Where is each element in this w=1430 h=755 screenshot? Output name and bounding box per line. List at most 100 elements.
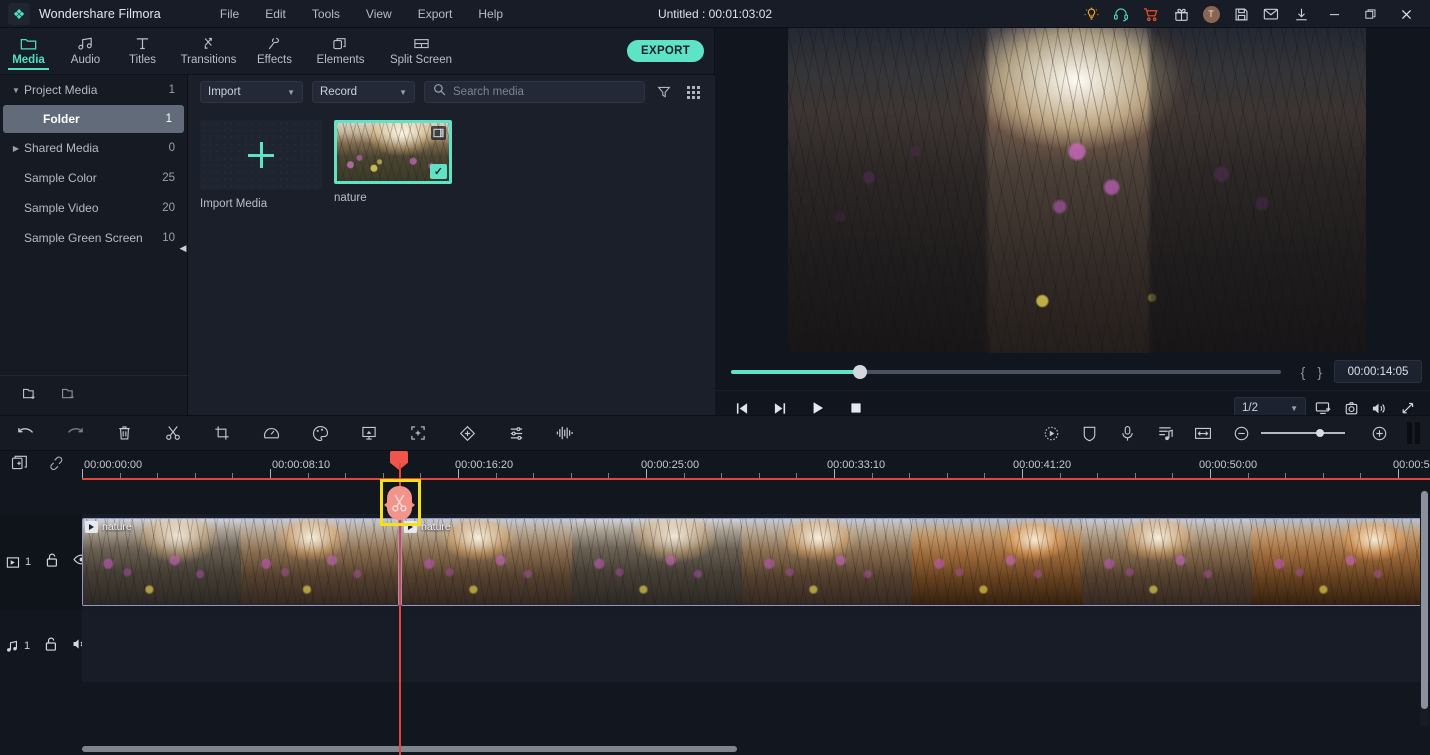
- sidebar-item-label: Sample Green Screen: [24, 231, 143, 245]
- mail-icon[interactable]: [1256, 0, 1286, 28]
- save-project-icon[interactable]: [1226, 0, 1256, 28]
- tab-effects[interactable]: Effects: [246, 28, 303, 66]
- tab-label: Elements: [316, 54, 365, 66]
- import-dropdown[interactable]: Import ▼: [200, 81, 303, 103]
- timeline-top-gap: [0, 480, 1430, 514]
- split-scissors-icon[interactable]: [161, 421, 185, 445]
- scrubber-handle[interactable]: [853, 364, 868, 379]
- timeline-clip[interactable]: nature: [401, 518, 1423, 606]
- collapse-panel-arrow-icon[interactable]: ◀: [178, 240, 188, 256]
- fit-timeline-icon[interactable]: [1191, 421, 1215, 445]
- tab-transitions[interactable]: Transitions: [171, 28, 246, 66]
- preview-video-stage[interactable]: [715, 28, 1430, 353]
- split-scissors-icon[interactable]: [382, 482, 417, 523]
- menu-export[interactable]: Export: [405, 3, 466, 25]
- zoom-in-icon[interactable]: [1367, 421, 1391, 445]
- ruler-minor-tick: [345, 473, 347, 478]
- tab-label: Audio: [70, 54, 101, 66]
- minimize-button[interactable]: [1316, 0, 1352, 28]
- import-media-cell[interactable]: Import Media: [200, 120, 322, 210]
- zoom-slider-handle[interactable]: [1316, 429, 1324, 437]
- sidebar-item-sample-video[interactable]: Sample Video 20: [0, 193, 187, 223]
- color-palette-icon[interactable]: [308, 421, 332, 445]
- auto-reframe-icon[interactable]: [1039, 421, 1063, 445]
- ruler-minor-tick: [871, 473, 873, 478]
- search-input[interactable]: [453, 86, 636, 98]
- detach-audio-icon[interactable]: [1153, 421, 1177, 445]
- zoom-slider[interactable]: [1261, 421, 1345, 445]
- record-voiceover-mic-icon[interactable]: [1115, 421, 1139, 445]
- speed-gauge-icon[interactable]: [259, 421, 283, 445]
- chevron-right-icon: ▶: [12, 143, 20, 153]
- tips-lightbulb-icon[interactable]: [1076, 0, 1106, 28]
- gift-icon[interactable]: [1166, 0, 1196, 28]
- clip-name: nature: [421, 521, 451, 533]
- undo-icon[interactable]: [14, 421, 38, 445]
- tab-titles[interactable]: Titles: [114, 28, 171, 66]
- import-dropdown-label: Import: [208, 86, 241, 98]
- mark-in-icon[interactable]: {: [1295, 364, 1312, 380]
- filmora-window: ❖ Wondershare Filmora File Edit Tools Vi…: [0, 0, 1430, 755]
- timeline-ruler[interactable]: 00:00:00:00 00:00:08:10 00:00:16:20 00:0…: [82, 451, 1430, 480]
- preview-scrubber[interactable]: [731, 364, 1281, 379]
- chevron-down-icon: ▼: [287, 87, 295, 97]
- redo-icon[interactable]: [63, 421, 87, 445]
- media-thumbnail[interactable]: ✓: [334, 120, 452, 184]
- tab-audio[interactable]: Audio: [57, 28, 114, 66]
- video-track-number: 1: [25, 556, 32, 568]
- filter-funnel-icon[interactable]: [654, 81, 674, 103]
- preview-timecode[interactable]: 00:00:14:05: [1334, 360, 1422, 383]
- support-headset-icon[interactable]: [1106, 0, 1136, 28]
- tab-elements[interactable]: Elements: [303, 28, 378, 66]
- menu-tools[interactable]: Tools: [299, 3, 353, 25]
- sidebar-item-sample-green-screen[interactable]: Sample Green Screen 10: [0, 223, 187, 253]
- close-button[interactable]: [1388, 0, 1424, 28]
- tab-media[interactable]: Media: [0, 28, 57, 70]
- export-button[interactable]: EXPORT: [627, 40, 705, 62]
- add-track-icon[interactable]: [11, 455, 28, 477]
- render-preview-icon[interactable]: [1407, 422, 1420, 444]
- green-screen-icon[interactable]: [357, 421, 381, 445]
- adjust-sliders-icon[interactable]: [504, 421, 528, 445]
- link-clips-icon[interactable]: [48, 456, 65, 476]
- shopping-cart-icon[interactable]: [1136, 0, 1166, 28]
- crop-icon[interactable]: [210, 421, 234, 445]
- audio-waveform-icon[interactable]: [553, 421, 577, 445]
- sidebar-item-project-media[interactable]: ▼ Project Media 1: [0, 75, 187, 105]
- video-track-header: 1: [0, 514, 90, 610]
- timeline-vertical-scrollbar[interactable]: [1420, 489, 1429, 727]
- mark-out-icon[interactable]: }: [1311, 364, 1328, 380]
- search-media-field[interactable]: [424, 81, 645, 103]
- user-avatar[interactable]: T: [1196, 0, 1226, 28]
- maximize-button[interactable]: [1352, 0, 1388, 28]
- check-icon[interactable]: ✓: [430, 164, 447, 179]
- ruler-minor-tick: [984, 473, 986, 478]
- menu-help[interactable]: Help: [465, 3, 516, 25]
- new-folder-icon[interactable]: [22, 386, 39, 406]
- filmora-logo-icon: ❖: [8, 2, 30, 25]
- download-icon[interactable]: [1286, 0, 1316, 28]
- zoom-out-icon[interactable]: [1229, 421, 1253, 445]
- sidebar-item-shared-media[interactable]: ▶ Shared Media 0: [0, 133, 187, 163]
- crop-to-fit-icon[interactable]: [406, 421, 430, 445]
- timeline-clip[interactable]: nature: [82, 518, 399, 606]
- audio-track-body[interactable]: [82, 610, 1430, 682]
- remove-folder-icon[interactable]: [61, 386, 78, 406]
- mask-shield-icon[interactable]: [1077, 421, 1101, 445]
- menu-edit[interactable]: Edit: [252, 3, 299, 25]
- sidebar-item-sample-color[interactable]: Sample Color 25: [0, 163, 187, 193]
- tab-split-screen[interactable]: Split Screen: [378, 28, 464, 66]
- audio-track-icon: 1: [6, 640, 30, 653]
- unlock-icon[interactable]: [45, 552, 59, 573]
- menu-file[interactable]: File: [207, 3, 252, 25]
- video-track-body[interactable]: nature nature: [82, 514, 1430, 610]
- keyframe-diamond-icon[interactable]: [455, 421, 479, 445]
- sidebar-item-folder[interactable]: Folder 1: [3, 105, 184, 133]
- media-asset-item[interactable]: ✓ nature: [334, 120, 456, 210]
- menu-view[interactable]: View: [353, 3, 405, 25]
- record-dropdown[interactable]: Record ▼: [312, 81, 415, 103]
- unlock-icon[interactable]: [44, 636, 58, 657]
- grid-view-icon[interactable]: [683, 81, 703, 103]
- delete-trash-icon[interactable]: [112, 421, 136, 445]
- timeline-horizontal-scrollbar[interactable]: [82, 745, 1422, 753]
